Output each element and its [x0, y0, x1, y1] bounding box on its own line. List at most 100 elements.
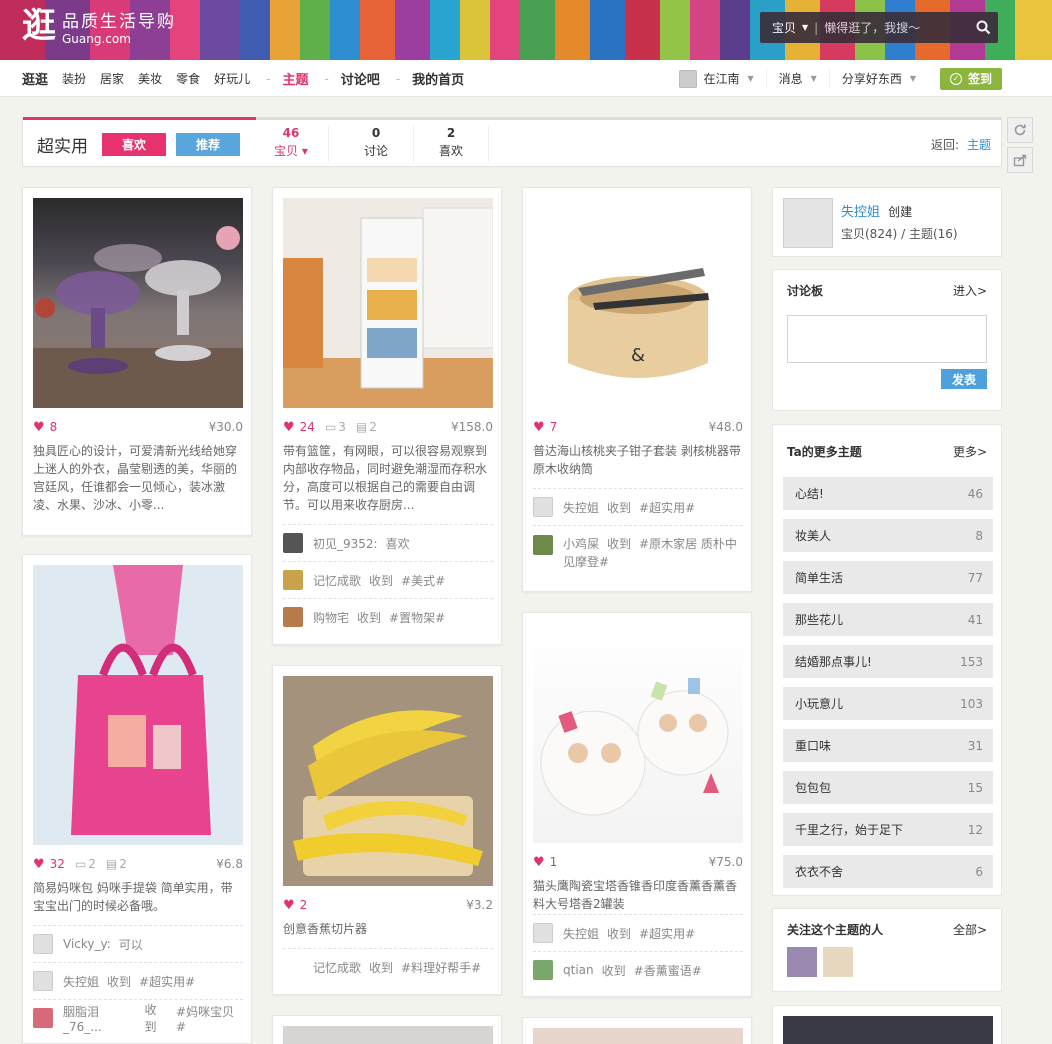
comment-icon[interactable]: ▭ — [75, 857, 86, 871]
board-enter-link[interactable]: 进入> — [953, 282, 987, 299]
avatar[interactable] — [533, 535, 553, 555]
topic-item[interactable]: 小玩意儿 103 — [783, 687, 993, 720]
activity-user[interactable]: 失控姐 — [563, 925, 599, 942]
activity-user[interactable]: qtian — [563, 963, 594, 977]
checkin-button[interactable]: ✓ 签到 — [940, 67, 1002, 90]
refresh-button[interactable] — [1007, 117, 1033, 143]
nav-item-snacks[interactable]: 零食 — [176, 70, 200, 87]
avatar[interactable] — [283, 607, 303, 627]
heart-icon[interactable]: ♥ — [283, 420, 295, 435]
heart-icon[interactable]: ♥ — [533, 420, 545, 435]
search-input[interactable]: 懒得逛了，我搜～ — [824, 19, 968, 36]
followers-all-link[interactable]: 全部> — [953, 921, 987, 938]
nav-home[interactable]: 逛逛 — [22, 69, 48, 88]
stat-discussions[interactable]: 0 讨论 — [339, 126, 414, 162]
activity-user[interactable]: 失控姐 — [63, 973, 99, 990]
activity-tag[interactable]: #置物架# — [389, 609, 445, 626]
nav-topic[interactable]: 主题 — [282, 69, 308, 88]
share-button[interactable] — [1007, 147, 1033, 173]
collect-icon[interactable]: ▤ — [356, 420, 367, 434]
product-description[interactable]: 创意香蕉切片器 — [283, 920, 493, 938]
avatar[interactable] — [533, 923, 553, 943]
nav-item-dress[interactable]: 装扮 — [62, 70, 86, 87]
user-menu[interactable]: 在江南 ▼ — [667, 68, 767, 89]
activity-user[interactable]: 胭脂泪_76_... — [63, 1003, 136, 1034]
like-button[interactable]: 喜欢 — [102, 133, 166, 156]
stat-likes[interactable]: 2 喜欢 — [414, 126, 489, 162]
avatar[interactable] — [283, 570, 303, 590]
avatar[interactable] — [533, 497, 553, 517]
avatar[interactable] — [283, 533, 303, 553]
board-submit-button[interactable]: 发表 — [941, 369, 987, 389]
messages-menu[interactable]: 消息 ▼ — [767, 68, 830, 89]
search-button[interactable] — [968, 20, 998, 35]
activity-tag[interactable]: #超实用# — [139, 973, 195, 990]
topic-item[interactable]: 衣衣不舍 6 — [783, 855, 993, 888]
product-description[interactable]: 普达海山核桃夹子钳子套装 剥核桃器带原木收纳筒 — [533, 442, 743, 478]
sidebar-image[interactable] — [783, 1016, 993, 1044]
topic-item[interactable]: 重口味 31 — [783, 729, 993, 762]
avatar[interactable] — [783, 198, 833, 248]
back-link[interactable]: 主题 — [967, 138, 991, 152]
activity-tag[interactable]: #超实用# — [639, 925, 695, 942]
topic-item[interactable]: 心结! 46 — [783, 477, 993, 510]
activity-user[interactable]: 记忆成歌 — [313, 959, 361, 976]
heart-icon[interactable]: ♥ — [283, 898, 295, 913]
product-image-pink-bag[interactable] — [33, 565, 243, 845]
activity-user[interactable]: 购物宅 — [313, 609, 349, 626]
activity-tag[interactable]: #超实用# — [639, 499, 695, 516]
avatar[interactable] — [33, 971, 53, 991]
activity-tag[interactable]: #香薰蜜语# — [634, 962, 702, 979]
board-textarea[interactable] — [787, 315, 987, 363]
product-card[interactable]: ♥ 1 ¥75.0 猫头鹰陶瓷宝塔香锥香印度香薰香薰香料大号塔香2罐装 失控姐 … — [522, 612, 752, 997]
avatar[interactable] — [33, 1008, 53, 1028]
avatar[interactable] — [787, 947, 817, 977]
activity-user[interactable]: 小鸡屎 — [563, 537, 599, 551]
product-description[interactable]: 独具匠心的设计，可爱清新光线给她穿上迷人的外衣，晶莹剔透的美，华丽的宫廷风，任谁… — [33, 442, 243, 514]
heart-icon[interactable]: ♥ — [33, 857, 45, 872]
nav-discuss[interactable]: 讨论吧 — [341, 69, 380, 88]
collect-icon[interactable]: ▤ — [106, 857, 117, 871]
product-card[interactable] — [522, 1017, 752, 1044]
activity-user[interactable]: Vicky_y: — [63, 937, 111, 951]
product-card[interactable] — [272, 1015, 502, 1044]
topic-item[interactable]: 千里之行，始于足下 12 — [783, 813, 993, 846]
avatar[interactable] — [533, 960, 553, 980]
product-image-banana-slicer[interactable] — [283, 676, 493, 886]
share-menu[interactable]: 分享好东西 ▼ — [830, 69, 928, 89]
product-description[interactable]: 带有篮筐，有网眼，可以很容易观察到内部收存物品，同时避免潮湿而存积水分，高度可以… — [283, 442, 493, 514]
more-topics-link[interactable]: 更多> — [953, 443, 987, 460]
topic-item[interactable]: 结婚那点事儿! 153 — [783, 645, 993, 678]
comment-icon[interactable]: ▭ — [325, 420, 336, 434]
avatar[interactable] — [823, 947, 853, 977]
activity-user[interactable]: 记忆成歌 — [313, 572, 361, 589]
activity-tag[interactable]: #妈咪宝贝# — [176, 1003, 243, 1034]
site-logo[interactable]: 逛 品质生活导购 Guang.com — [22, 6, 176, 46]
nav-item-makeup[interactable]: 美妆 — [138, 70, 162, 87]
activity-user[interactable]: 失控姐 — [563, 499, 599, 516]
product-description[interactable]: 简易妈咪包 妈咪手提袋 简单实用，带宝宝出门的时候必备哦。 — [33, 879, 243, 915]
product-card[interactable]: ♥ 24 ▭ 3 ▤ 2 ¥158.0 带有篮筐，有网眼，可以很容易观察到内部收存物… — [272, 187, 502, 645]
product-image-walnut-cracker[interactable]: & — [533, 198, 743, 408]
nav-item-home[interactable]: 居家 — [100, 70, 124, 87]
product-image-owl-incense[interactable] — [533, 623, 743, 843]
topic-item[interactable]: 包包包 15 — [783, 771, 993, 804]
product-image-shelf[interactable] — [283, 198, 494, 408]
activity-tag[interactable]: #料理好帮手# — [401, 959, 481, 976]
product-image-glass-bowls[interactable] — [33, 198, 243, 408]
heart-icon[interactable]: ♥ — [33, 420, 45, 435]
recommend-button[interactable]: 推荐 — [176, 133, 240, 156]
topic-item[interactable]: 妆美人 8 — [783, 519, 993, 552]
activity-tag[interactable]: #美式# — [401, 572, 445, 589]
product-card[interactable]: & ♥ 7 ¥48.0 普达海山核桃夹子钳子套装 剥核桃器带原木收纳筒 失控姐 … — [522, 187, 752, 592]
stat-items[interactable]: 46 宝贝 ▾ — [254, 126, 329, 162]
product-image[interactable] — [533, 1028, 743, 1044]
product-image[interactable] — [283, 1026, 493, 1044]
avatar[interactable] — [33, 934, 53, 954]
heart-icon[interactable]: ♥ — [533, 855, 545, 870]
product-card[interactable]: ♥ 2 ¥3.2 创意香蕉切片器 记忆成歌 收到 #料理好帮手# — [272, 665, 502, 995]
nav-my-home[interactable]: 我的首页 — [412, 69, 464, 88]
product-card[interactable]: ♥ 8 ¥30.0 独具匠心的设计，可爱清新光线给她穿上迷人的外衣，晶莹剔透的美… — [22, 187, 252, 536]
search-category-select[interactable]: 宝贝 ▼ — [760, 19, 808, 36]
topic-item[interactable]: 简单生活 77 — [783, 561, 993, 594]
